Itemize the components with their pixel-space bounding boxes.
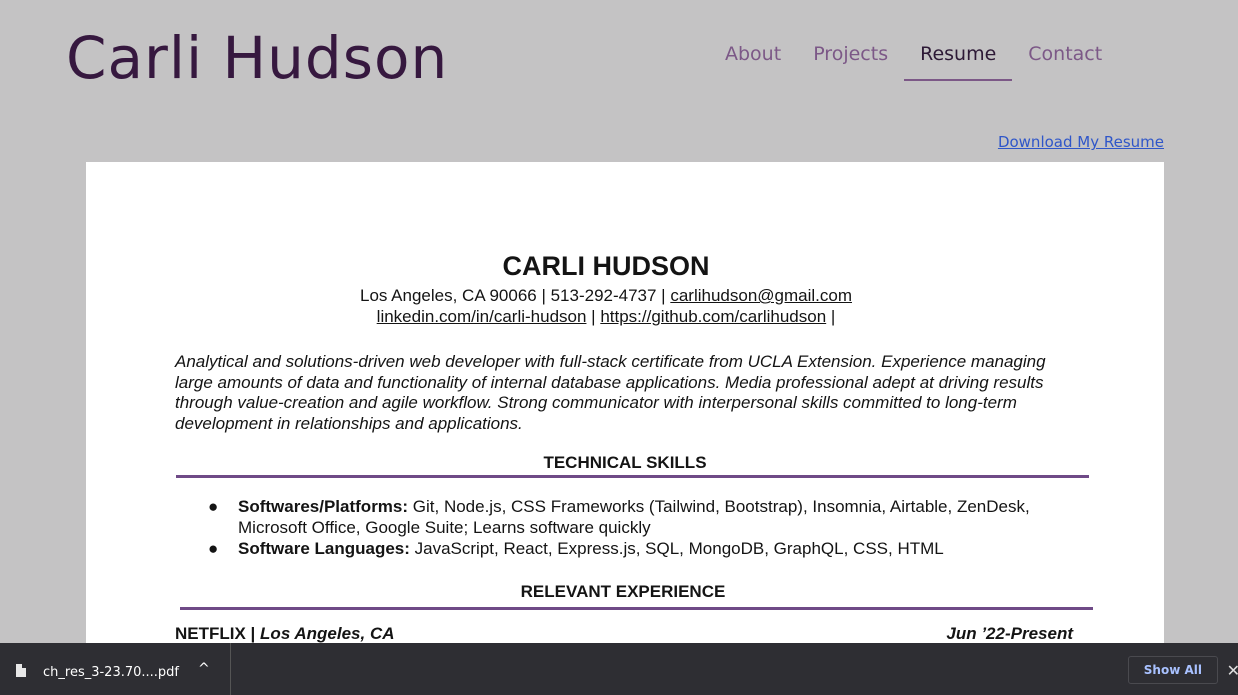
skills-list: ● Softwares/Platforms: Git, Node.js, CSS …	[208, 496, 1078, 559]
bullet-icon: ●	[208, 497, 219, 516]
resume-trailing-separator: |	[826, 307, 836, 326]
resume-location-phone: Los Angeles, CA 90066 | 513-292-4737 |	[359, 286, 671, 305]
resume-name: CARLI HUDSON	[502, 251, 710, 281]
resume-contact-line-2: linkedin.com/in/carli-hudson | https://g…	[86, 307, 1126, 327]
show-all-button[interactable]: Show All	[1127, 656, 1218, 684]
section-divider	[180, 607, 1093, 610]
job-company: NETFLIX |	[175, 624, 261, 643]
resume-github-link[interactable]: https://github.com/carlihudson	[600, 307, 826, 326]
nav-contact[interactable]: Contact	[1012, 38, 1118, 81]
chevron-up-icon[interactable]: ^	[198, 661, 210, 677]
section-divider	[176, 475, 1089, 478]
bullet-icon: ●	[208, 539, 219, 558]
main-nav: About Projects Resume Contact	[709, 38, 1118, 81]
skill-label: Software Languages:	[238, 539, 410, 558]
close-icon[interactable]: ✕	[1227, 661, 1238, 680]
resume-email-link[interactable]: carlihudson@gmail.com	[670, 286, 852, 305]
skill-text: JavaScript, React, Express.js, SQL, Mong…	[409, 539, 944, 558]
resume-separator: |	[586, 307, 601, 326]
job-location: Los Angeles, CA	[260, 624, 395, 643]
nav-about[interactable]: About	[709, 38, 797, 81]
download-resume-link[interactable]: Download My Resume	[998, 133, 1164, 151]
resume-linkedin-link[interactable]: linkedin.com/in/carli-hudson	[377, 307, 587, 326]
resume-pdf-viewer: CARLI HUDSON Los Angeles, CA 90066 | 513…	[86, 162, 1164, 644]
relevant-experience-heading: RELEVANT EXPERIENCE	[520, 582, 726, 601]
nav-resume[interactable]: Resume	[904, 38, 1013, 81]
resume-contact-line-1: Los Angeles, CA 90066 | 513-292-4737 | c…	[86, 286, 1126, 306]
technical-skills-heading: TECHNICAL SKILLS	[543, 453, 707, 472]
download-item[interactable]: ch_res_3-23.70....pdf ^	[0, 643, 231, 695]
nav-projects[interactable]: Projects	[797, 38, 904, 81]
skill-item: ● Software Languages: JavaScript, React, …	[208, 538, 1078, 559]
resume-summary: Analytical and solutions-driven web deve…	[175, 352, 1046, 433]
job-dates: Jun ’22-Present	[946, 624, 1073, 643]
download-bar: ch_res_3-23.70....pdf ^ Show All ✕	[0, 643, 1238, 695]
job-entry: NETFLIX | Los Angeles, CA Jun ’22-Presen…	[175, 624, 1073, 644]
site-title: Carli Hudson	[66, 24, 449, 92]
skill-label: Softwares/Platforms:	[238, 497, 409, 516]
download-filename: ch_res_3-23.70....pdf	[43, 665, 180, 680]
file-icon	[16, 664, 26, 677]
skill-item: ● Softwares/Platforms: Git, Node.js, CSS …	[208, 496, 1078, 538]
